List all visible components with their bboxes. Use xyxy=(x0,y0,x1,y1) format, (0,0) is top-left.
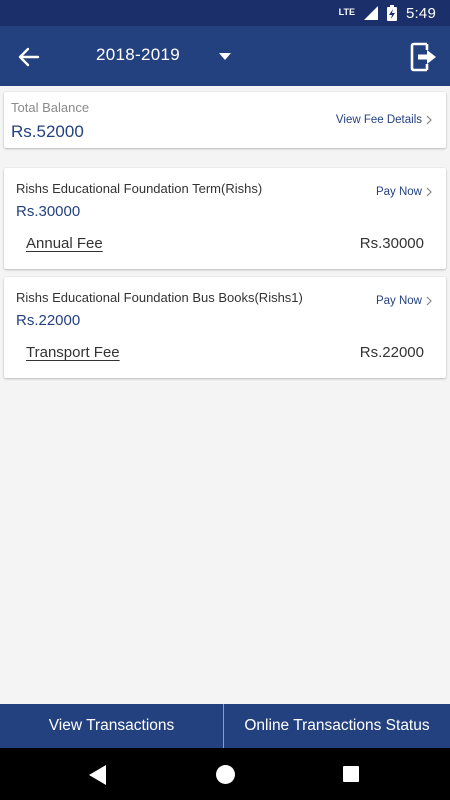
dropdown-caret-icon[interactable] xyxy=(219,53,231,61)
chevron-right-icon xyxy=(426,296,432,306)
view-fee-details-link[interactable]: View Fee Details xyxy=(336,114,432,126)
bottom-action-bar: View Transactions Online Transactions St… xyxy=(0,704,450,748)
app-toolbar: 2018-2019 xyxy=(0,26,450,86)
battery-icon xyxy=(387,5,397,21)
fee-card: Rishs Educational Foundation Bus Books(R… xyxy=(4,277,446,378)
total-balance-label: Total Balance xyxy=(11,100,90,115)
pay-now-label: Pay Now xyxy=(375,186,422,198)
clock: 5:49 xyxy=(406,4,436,22)
fee-item-name[interactable]: Transport Fee xyxy=(26,344,120,361)
back-arrow-icon[interactable] xyxy=(16,44,42,70)
fee-item-name[interactable]: Annual Fee xyxy=(26,235,103,252)
view-fee-details-label: View Fee Details xyxy=(335,114,422,126)
nav-back-icon[interactable] xyxy=(89,765,107,785)
pay-now-button[interactable]: Pay Now xyxy=(376,295,432,307)
network-type: LTE xyxy=(338,7,355,17)
fee-card-title: Rishs Educational Foundation Term(Rishs) xyxy=(16,181,263,196)
logout-icon[interactable] xyxy=(410,42,438,72)
view-transactions-button[interactable]: View Transactions xyxy=(0,704,224,748)
fee-card-title: Rishs Educational Foundation Bus Books(R… xyxy=(16,290,303,305)
year-selector[interactable]: 2018-2019 xyxy=(96,45,180,65)
fee-card-total: Rs.22000 xyxy=(16,312,81,329)
signal-icon xyxy=(364,6,378,20)
fee-card-total: Rs.30000 xyxy=(16,203,81,220)
total-balance-amount: Rs.52000 xyxy=(11,122,84,141)
pay-now-label: Pay Now xyxy=(375,295,422,307)
total-balance-card: Total Balance Rs.52000 View Fee Details xyxy=(4,92,446,148)
fee-item-amount: Rs.30000 xyxy=(359,235,424,252)
fee-item-amount: Rs.22000 xyxy=(359,344,424,361)
chevron-right-icon xyxy=(426,187,432,197)
nav-home-icon[interactable] xyxy=(216,765,235,784)
system-nav-bar xyxy=(0,748,450,800)
fee-card: Rishs Educational Foundation Term(Rishs)… xyxy=(4,168,446,269)
nav-recents-icon[interactable] xyxy=(343,766,359,782)
online-transactions-status-button[interactable]: Online Transactions Status xyxy=(224,704,450,748)
chevron-right-icon xyxy=(426,115,432,125)
pay-now-button[interactable]: Pay Now xyxy=(376,186,432,198)
status-bar: LTE 5:49 xyxy=(0,0,450,26)
